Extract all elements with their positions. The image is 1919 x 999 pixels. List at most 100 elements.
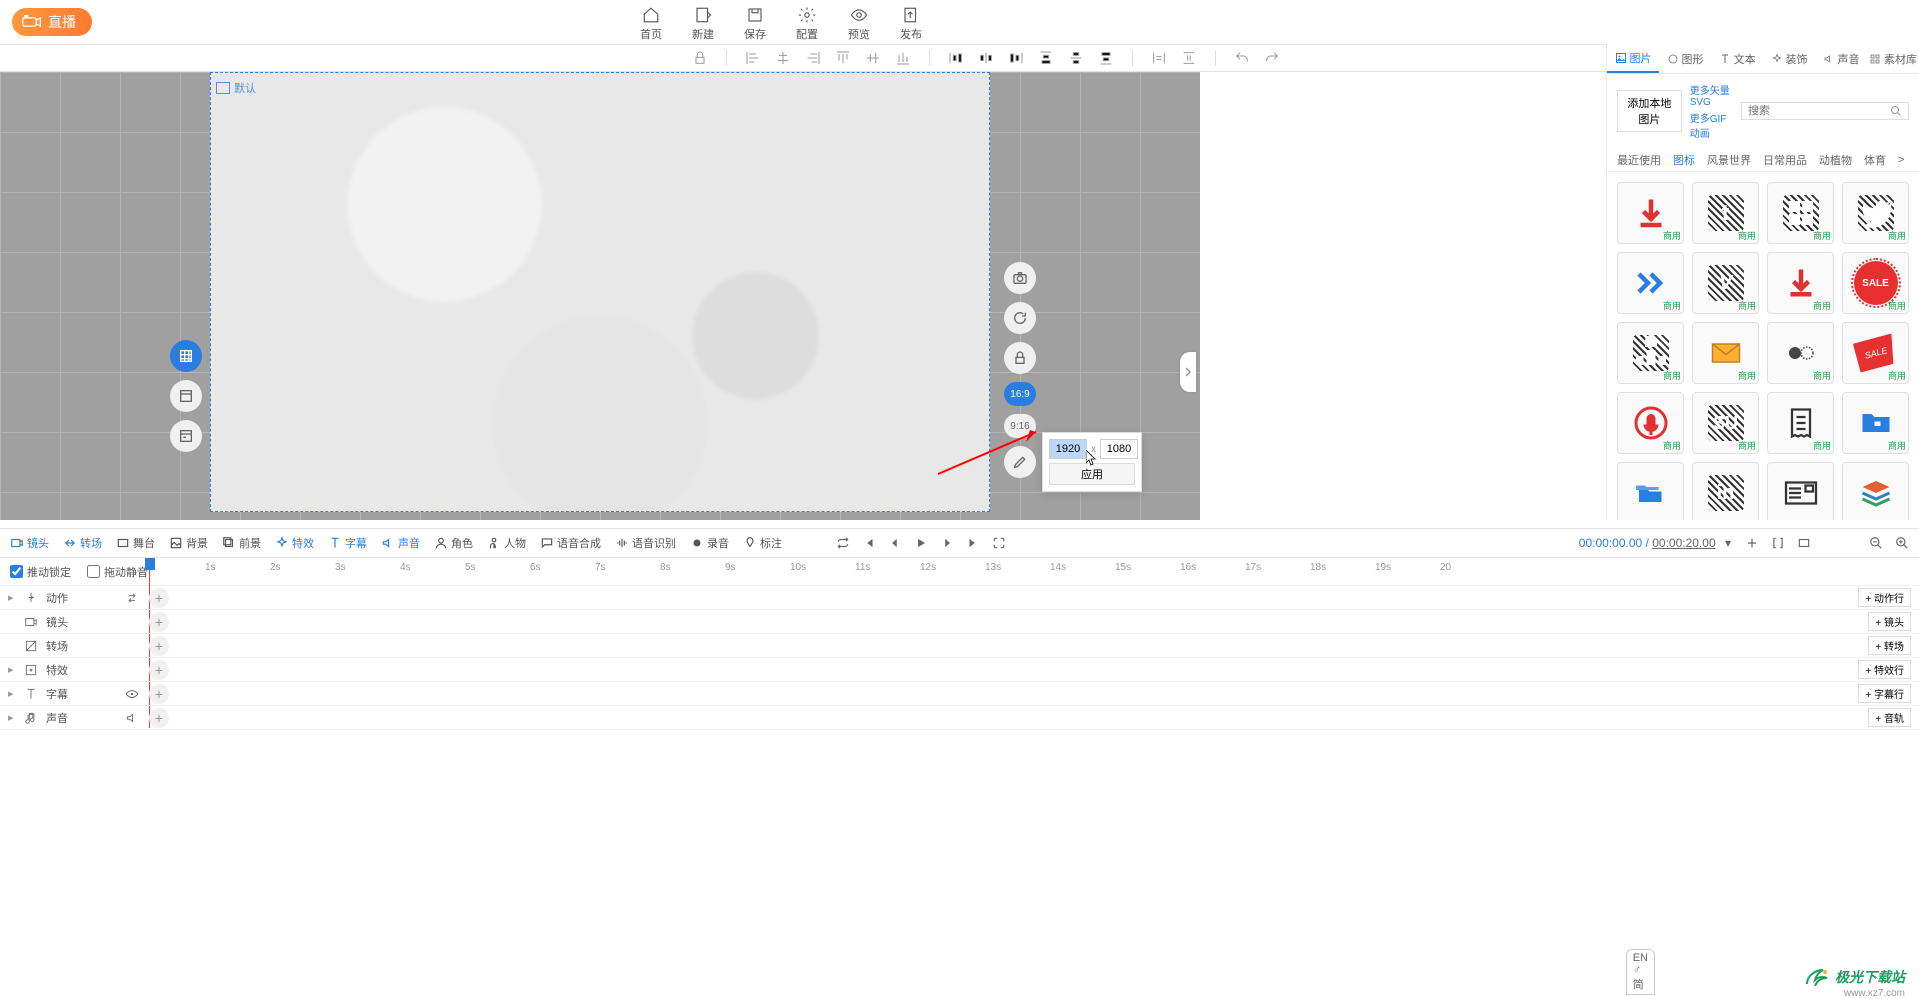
asset-postcard[interactable]: [1767, 462, 1834, 520]
align-right-icon[interactable]: [805, 50, 821, 66]
dist-right-icon[interactable]: [1008, 50, 1024, 66]
asset-linkedin[interactable]: in: [1692, 462, 1759, 520]
apply-button[interactable]: 应用: [1049, 463, 1135, 485]
lock-button[interactable]: [1004, 342, 1036, 374]
asset-layers[interactable]: [1842, 462, 1909, 520]
asset-stumbleupon[interactable]: SU商用: [1692, 392, 1759, 454]
next-frame-icon[interactable]: [940, 536, 954, 550]
layout-button[interactable]: [170, 380, 202, 412]
track-add-button[interactable]: +: [149, 636, 169, 656]
menu-new[interactable]: 新建: [692, 6, 714, 42]
camera-button[interactable]: [1004, 262, 1036, 294]
asset-vimeo[interactable]: V商用: [1692, 252, 1759, 314]
track-add-button[interactable]: +: [149, 684, 169, 704]
track-add-button[interactable]: +: [149, 588, 169, 608]
tl-tab-record[interactable]: 录音: [690, 535, 729, 551]
menu-publish[interactable]: 发布: [900, 6, 922, 42]
tl-tab-foreground[interactable]: 前景: [222, 535, 261, 551]
tl-tab-effects[interactable]: 特效: [275, 535, 314, 551]
asset-receipt[interactable]: 商用: [1767, 392, 1834, 454]
tl-tab-role[interactable]: 角色: [434, 535, 473, 551]
grid-toggle-button[interactable]: [170, 340, 202, 372]
play-icon[interactable]: [914, 536, 928, 550]
menu-save[interactable]: 保存: [744, 6, 766, 42]
swap-icon[interactable]: [125, 591, 139, 605]
search-input[interactable]: [1748, 105, 1890, 117]
lock-icon[interactable]: [692, 50, 708, 66]
cat-scenery[interactable]: 风景世界: [1707, 152, 1751, 168]
tl-tab-background[interactable]: 背景: [169, 535, 208, 551]
asset-tumblr[interactable]: t商用: [1692, 182, 1759, 244]
align-top-icon[interactable]: [835, 50, 851, 66]
more-gif-link[interactable]: 更多GIF动画: [1690, 110, 1733, 140]
tl-tab-transition[interactable]: 转场: [63, 535, 102, 551]
push-lock-checkbox[interactable]: 推动锁定: [10, 564, 71, 580]
redo-icon[interactable]: [1264, 50, 1280, 66]
more-svg-link[interactable]: 更多矢量SVG: [1690, 82, 1733, 108]
dist-top-icon[interactable]: [1038, 50, 1054, 66]
cat-daily[interactable]: 日常用品: [1763, 152, 1807, 168]
asset-twitter[interactable]: 商用: [1842, 182, 1909, 244]
tl-tab-tts[interactable]: 语音合成: [540, 535, 601, 551]
expand-icon[interactable]: [992, 536, 1006, 550]
expand-arrow[interactable]: ▸: [8, 711, 16, 724]
spacing-v-icon[interactable]: [1181, 50, 1197, 66]
add-track-button[interactable]: + 字幕行: [1858, 684, 1911, 703]
align-center-h-icon[interactable]: [775, 50, 791, 66]
duration-link[interactable]: 00:00:20.00: [1652, 536, 1715, 550]
plus-icon[interactable]: [1745, 536, 1759, 550]
cat-icons[interactable]: 图标: [1673, 152, 1695, 168]
loop-icon[interactable]: [836, 536, 850, 550]
asset-furniture[interactable]: 商用: [1617, 322, 1684, 384]
width-input[interactable]: [1049, 439, 1087, 459]
bracket-icon[interactable]: [1771, 536, 1785, 550]
tl-tab-asr[interactable]: 语音识别: [615, 535, 676, 551]
tab-decoration[interactable]: 装饰: [1763, 44, 1815, 73]
ime-indicator[interactable]: EN ♂ 简: [1626, 949, 1655, 995]
track-add-button[interactable]: +: [149, 612, 169, 632]
add-local-image-button[interactable]: 添加本地图片: [1617, 90, 1682, 132]
menu-config[interactable]: 配置: [796, 6, 818, 42]
align-bottom-icon[interactable]: [895, 50, 911, 66]
speaker-icon[interactable]: [125, 711, 139, 725]
live-badge[interactable]: 直播: [12, 8, 92, 36]
asset-sale-tag[interactable]: SALE商用: [1842, 322, 1909, 384]
asset-download-arrow[interactable]: 商用: [1617, 182, 1684, 244]
timeline-ruler[interactable]: 1s2s3s4s5s6s7s8s9s10s11s12s13s14s15s16s1…: [145, 558, 1859, 586]
drag-mute-checkbox[interactable]: 拖动静音: [87, 564, 148, 580]
menu-preview[interactable]: 预览: [848, 6, 870, 42]
dist-v-icon[interactable]: [1068, 50, 1084, 66]
expand-arrow[interactable]: ▸: [8, 687, 16, 700]
cat-sports[interactable]: 体育: [1864, 152, 1886, 168]
zoom-in-icon[interactable]: [1895, 536, 1909, 550]
skip-start-icon[interactable]: [862, 536, 876, 550]
track-add-button[interactable]: +: [149, 708, 169, 728]
expand-arrow[interactable]: ▸: [8, 591, 16, 604]
tl-tab-annotate[interactable]: 标注: [743, 535, 782, 551]
expand-arrow[interactable]: ▸: [8, 663, 16, 676]
ratio-16-9-button[interactable]: 16:9: [1004, 382, 1036, 406]
add-track-button[interactable]: + 动作行: [1858, 588, 1911, 607]
add-track-button[interactable]: + 镜头: [1868, 612, 1911, 631]
align-middle-icon[interactable]: [865, 50, 881, 66]
height-input[interactable]: [1100, 439, 1138, 459]
dist-bottom-icon[interactable]: [1098, 50, 1114, 66]
tl-tab-sound[interactable]: 声音: [381, 535, 420, 551]
ratio-9-16-button[interactable]: 9:16: [1004, 414, 1036, 438]
asset-windows[interactable]: 商用: [1767, 182, 1834, 244]
asset-download-red[interactable]: 商用: [1767, 252, 1834, 314]
tl-tab-person[interactable]: 人物: [487, 535, 526, 551]
tab-library[interactable]: 素材库: [1867, 44, 1919, 73]
search-icon[interactable]: [1890, 105, 1902, 117]
tl-tab-stage[interactable]: 舞台: [116, 535, 155, 551]
cat-recent[interactable]: 最近使用: [1617, 152, 1661, 168]
tl-tab-camera[interactable]: 镜头: [10, 535, 49, 551]
asset-folders[interactable]: [1617, 462, 1684, 520]
dist-h-icon[interactable]: [978, 50, 994, 66]
asset-folder-blue[interactable]: 商用: [1842, 392, 1909, 454]
asset-forward-arrows[interactable]: 商用: [1617, 252, 1684, 314]
skip-end-icon[interactable]: [966, 536, 980, 550]
dist-left-icon[interactable]: [948, 50, 964, 66]
spacing-h-icon[interactable]: [1151, 50, 1167, 66]
asset-envelope[interactable]: 商用: [1692, 322, 1759, 384]
